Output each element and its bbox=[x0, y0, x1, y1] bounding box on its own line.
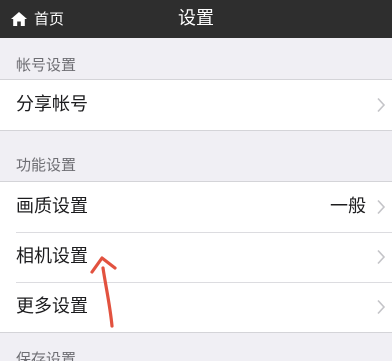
account-settings-group: 分享帐号 bbox=[0, 79, 392, 131]
more-settings-row[interactable]: 更多设置 bbox=[0, 282, 392, 332]
section-header-save: 保存设置 bbox=[16, 350, 77, 361]
chevron-right-icon bbox=[377, 299, 386, 315]
chevron-right-icon bbox=[377, 97, 386, 113]
page-title: 设置 bbox=[178, 8, 214, 29]
chevron-right-icon bbox=[377, 199, 386, 215]
quality-settings-row[interactable]: 画质设置 一般 bbox=[0, 182, 392, 232]
section-header-function: 功能设置 bbox=[16, 156, 77, 174]
section-header-account: 帐号设置 bbox=[16, 56, 77, 74]
top-navbar: 首页 设置 bbox=[0, 0, 392, 38]
chevron-right-icon bbox=[377, 249, 386, 265]
share-account-label: 分享帐号 bbox=[16, 94, 88, 115]
function-settings-group: 画质设置 一般 相机设置 更多设置 bbox=[0, 181, 392, 333]
quality-settings-value: 一般 bbox=[330, 196, 366, 217]
settings-page: 首页 设置 帐号设置 分享帐号 功能设置 画质设置 一般 相机设置 更多设置 保… bbox=[0, 0, 392, 361]
camera-settings-row[interactable]: 相机设置 bbox=[0, 232, 392, 282]
more-settings-label: 更多设置 bbox=[16, 296, 88, 317]
camera-settings-label: 相机设置 bbox=[16, 246, 88, 267]
quality-settings-label: 画质设置 bbox=[16, 196, 88, 217]
share-account-row[interactable]: 分享帐号 bbox=[0, 80, 392, 130]
